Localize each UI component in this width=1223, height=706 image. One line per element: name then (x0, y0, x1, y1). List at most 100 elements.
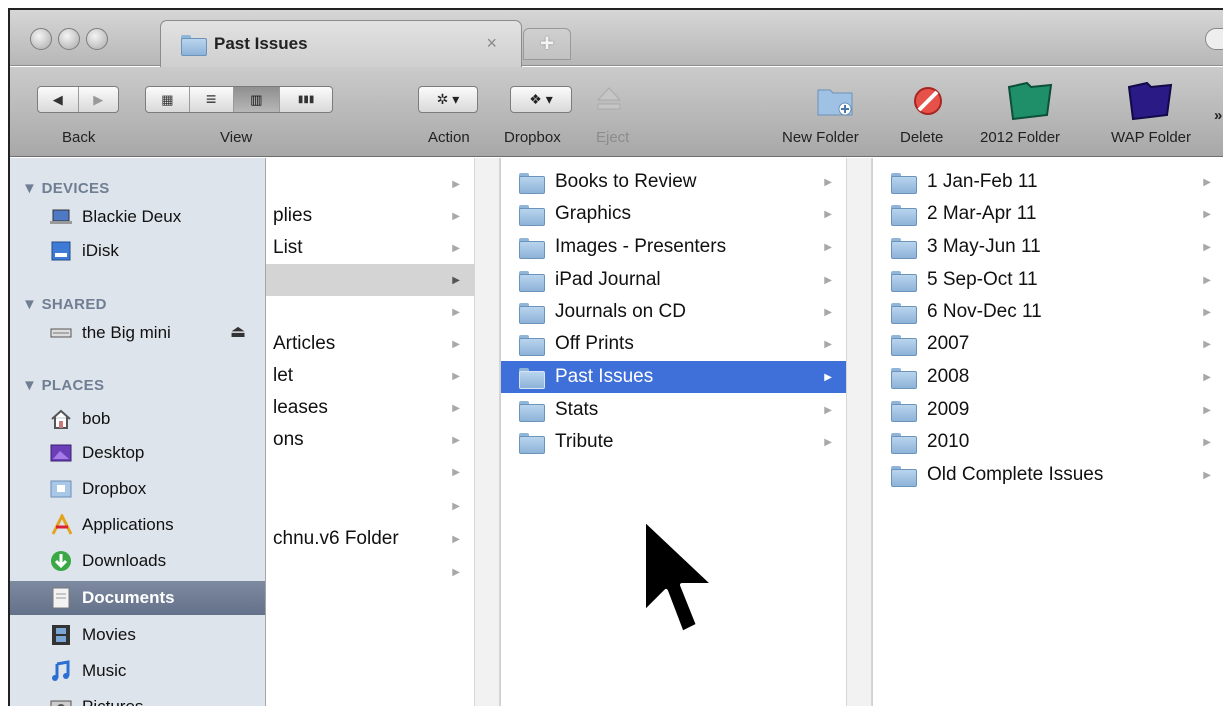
delete-icon[interactable] (912, 85, 944, 117)
list-item[interactable]: 5 Sep-Oct 11 ▶ (873, 264, 1223, 296)
list-item[interactable]: Stats ▶ (501, 394, 846, 426)
wap-folder-icon[interactable] (1125, 79, 1175, 121)
sidebar-item-label: Desktop (82, 443, 145, 462)
list-item[interactable]: ons ▶ (266, 424, 474, 456)
column-divider[interactable] (846, 158, 872, 706)
disclosure-arrow-icon: ▶ (1203, 371, 1211, 383)
sidebar-item-documents[interactable]: Documents (10, 581, 265, 615)
list-item[interactable]: 3 May-Jun 11 ▶ (873, 231, 1223, 263)
sidebar-item-downloads[interactable]: Downloads (10, 544, 265, 578)
folder-icon (519, 367, 545, 389)
list-item[interactable]: 2007 ▶ (873, 328, 1223, 360)
mouse-cursor-icon (642, 517, 716, 635)
dropbox-label: Dropbox (504, 129, 561, 146)
folder-2012-icon[interactable] (1005, 79, 1055, 121)
list-item[interactable]: leases ▶ (266, 392, 474, 424)
folder-icon (891, 367, 917, 389)
forward-button[interactable]: ▶ (79, 87, 119, 112)
list-item[interactable]: Images - Presenters ▶ (501, 231, 846, 263)
sidebar-item-pictures[interactable]: Pictures (10, 690, 265, 706)
disclosure-arrow-icon: ▶ (452, 533, 460, 545)
sidebar-item-blackie-deux[interactable]: Blackie Deux (10, 200, 265, 234)
view-label: View (220, 129, 253, 146)
display-icon (50, 322, 72, 344)
sidebar-item-dropbox[interactable]: Dropbox (10, 472, 265, 506)
list-item[interactable]: ▶ (266, 456, 474, 488)
sidebar-item-idisk[interactable]: iDisk (10, 234, 265, 268)
disclosure-arrow-icon: ▶ (452, 242, 460, 254)
list-view-button[interactable]: ≡ (190, 87, 234, 112)
dropbox-button[interactable]: ❖ ▾ (510, 86, 572, 113)
eject-icon[interactable] (596, 86, 622, 114)
disclosure-arrow-icon: ▶ (452, 370, 460, 382)
sidebar-header-places[interactable]: ▼ PLACES (22, 377, 104, 394)
action-button[interactable]: ✲ ▾ (418, 86, 478, 113)
list-item[interactable]: 6 Nov-Dec 11 ▶ (873, 296, 1223, 328)
tab-past-issues[interactable]: Past Issues × (160, 20, 522, 67)
view-control: ▦ ≡ ▥ ▮▮▮ (145, 86, 333, 113)
sidebar-item-bob[interactable]: bob (10, 402, 265, 436)
folder-icon (891, 302, 917, 324)
new-tab-button[interactable]: + (523, 28, 571, 60)
icon-view-button[interactable]: ▦ (146, 87, 190, 112)
list-item[interactable]: Off Prints ▶ (501, 328, 846, 360)
list-item[interactable]: Old Complete Issues ▶ (873, 459, 1223, 491)
home-icon (50, 408, 72, 430)
zoom-window-button[interactable] (86, 28, 108, 50)
list-item[interactable]: Graphics ▶ (501, 198, 846, 230)
column-divider[interactable] (474, 158, 500, 706)
disclosure-arrow-icon: ▶ (452, 306, 460, 318)
list-item[interactable]: 2008 ▶ (873, 361, 1223, 393)
list-item[interactable]: ▶ (266, 168, 474, 200)
sidebar-header-devices[interactable]: ▼ DEVICES (22, 180, 110, 197)
column-view-button[interactable]: ▥ (233, 87, 281, 112)
list-item[interactable]: 1 Jan-Feb 11 ▶ (873, 166, 1223, 198)
sidebar-item-the-big-mini[interactable]: the Big mini (10, 316, 265, 350)
sidebar-item-music[interactable]: Music (10, 654, 265, 688)
list-item[interactable]: ▶ (266, 296, 474, 328)
minimize-window-button[interactable] (58, 28, 80, 50)
disclosure-arrow-icon: ▶ (1203, 176, 1211, 188)
back-button[interactable]: ◀ (38, 87, 79, 112)
list-item[interactable]: Tribute ▶ (501, 426, 846, 458)
action-label: Action (428, 129, 470, 146)
folder-icon (891, 334, 917, 356)
sidebar-header-shared[interactable]: ▼ SHARED (22, 296, 107, 313)
coverflow-view-button[interactable]: ▮▮▮ (280, 87, 332, 112)
close-window-button[interactable] (30, 28, 52, 50)
sidebar-item-applications[interactable]: Applications (10, 508, 265, 542)
list-item[interactable]: Books to Review ▶ (501, 166, 846, 198)
back-label: Back (62, 129, 96, 146)
list-item[interactable]: let ▶ (266, 360, 474, 392)
list-item[interactable]: List ▶ (266, 232, 474, 264)
folder-icon (519, 334, 545, 356)
folder-icon (891, 204, 917, 226)
sidebar-item-movies[interactable]: Movies (10, 618, 265, 652)
sidebar-item-desktop[interactable]: Desktop (10, 436, 265, 470)
folder-icon (891, 237, 917, 259)
folder-icon (519, 237, 545, 259)
disclosure-arrow-icon: ▶ (1203, 404, 1211, 416)
list-item[interactable]: 2 Mar-Apr 11 ▶ (873, 198, 1223, 230)
list-item[interactable]: 2009 ▶ (873, 394, 1223, 426)
new-folder-icon[interactable] (816, 83, 856, 119)
list-item[interactable]: ▶ (266, 490, 474, 522)
eject-icon[interactable]: ⏏ (230, 322, 246, 342)
tab-close-icon[interactable]: × (486, 33, 497, 54)
list-item[interactable]: 2010 ▶ (873, 426, 1223, 458)
disclosure-arrow-icon: ▶ (824, 338, 832, 350)
list-item-selected[interactable]: Past Issues ▶ (501, 361, 846, 393)
list-item[interactable]: iPad Journal ▶ (501, 264, 846, 296)
list-item[interactable]: chnu.v6 Folder ▶ (266, 523, 474, 555)
list-item-selected[interactable]: ▶ (266, 264, 474, 296)
folder-icon (891, 432, 917, 454)
list-item[interactable]: Articles ▶ (266, 328, 474, 360)
list-item[interactable]: Journals on CD ▶ (501, 296, 846, 328)
sidebar: ▼ DEVICES Blackie Deux iDisk ▼ SHARED th… (10, 158, 266, 706)
wap-folder-label: WAP Folder (1111, 129, 1192, 146)
disclosure-arrow-icon: ▶ (452, 210, 460, 222)
list-item[interactable]: plies ▶ (266, 200, 474, 232)
toolbar-toggle-button[interactable] (1205, 28, 1223, 50)
toolbar-overflow-icon[interactable]: » (1214, 107, 1222, 124)
list-item[interactable]: ▶ (266, 556, 474, 588)
